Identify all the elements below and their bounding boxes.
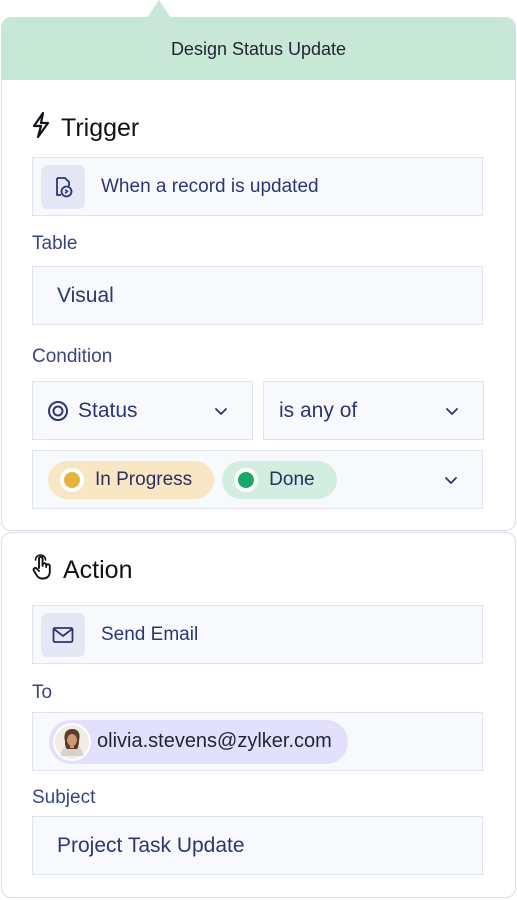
chevron-down-icon [215, 407, 227, 415]
card-header: Design Status Update [2, 18, 515, 80]
value-chip-label: Done [269, 468, 315, 490]
condition-field-value: Status [78, 398, 138, 422]
trigger-heading-label: Trigger [61, 114, 140, 142]
status-icon [47, 400, 69, 422]
to-field[interactable]: olivia.stevens@zylker.com [32, 712, 483, 771]
condition-field-select[interactable]: Status [32, 381, 253, 440]
action-type-label: Send Email [101, 623, 199, 645]
envelope-icon [41, 612, 85, 657]
condition-label: Condition [32, 346, 113, 367]
trigger-heading: Trigger [31, 111, 140, 145]
avatar [53, 722, 91, 761]
hand-pointer-icon [31, 554, 53, 587]
page-title: Design Status Update [170, 38, 347, 59]
condition-values-select[interactable]: In Progress Done [32, 450, 483, 509]
value-chip-in-progress[interactable]: In Progress [48, 460, 215, 499]
trigger-event-selector[interactable]: When a record is updated [32, 157, 483, 216]
action-type-selector[interactable]: Send Email [32, 605, 483, 664]
table-value: Visual [57, 283, 114, 307]
chevron-down-icon [446, 407, 458, 415]
trigger-event-label: When a record is updated [101, 175, 319, 197]
value-chip-label: In Progress [95, 468, 193, 490]
chevron-down-icon [445, 476, 457, 484]
recipient-chip[interactable]: olivia.stevens@zylker.com [49, 719, 348, 764]
status-dot [238, 471, 255, 488]
action-heading: Action [31, 554, 132, 587]
condition-operator-value: is any of [279, 398, 358, 422]
status-dot [64, 471, 80, 488]
table-field[interactable]: Visual [32, 266, 483, 325]
lightning-icon [31, 111, 51, 145]
subject-field[interactable]: Project Task Update [32, 816, 483, 875]
condition-operator-select[interactable]: is any of [263, 381, 484, 440]
to-label: To [32, 682, 53, 703]
recipient-email: olivia.stevens@zylker.com [97, 730, 332, 752]
record-updated-icon [41, 164, 85, 209]
subject-label: Subject [32, 787, 96, 808]
value-chip-done[interactable]: Done [222, 460, 337, 499]
subject-value: Project Task Update [57, 833, 245, 857]
table-label: Table [32, 233, 78, 254]
action-heading-label: Action [63, 556, 133, 584]
header-pointer [147, 0, 171, 18]
